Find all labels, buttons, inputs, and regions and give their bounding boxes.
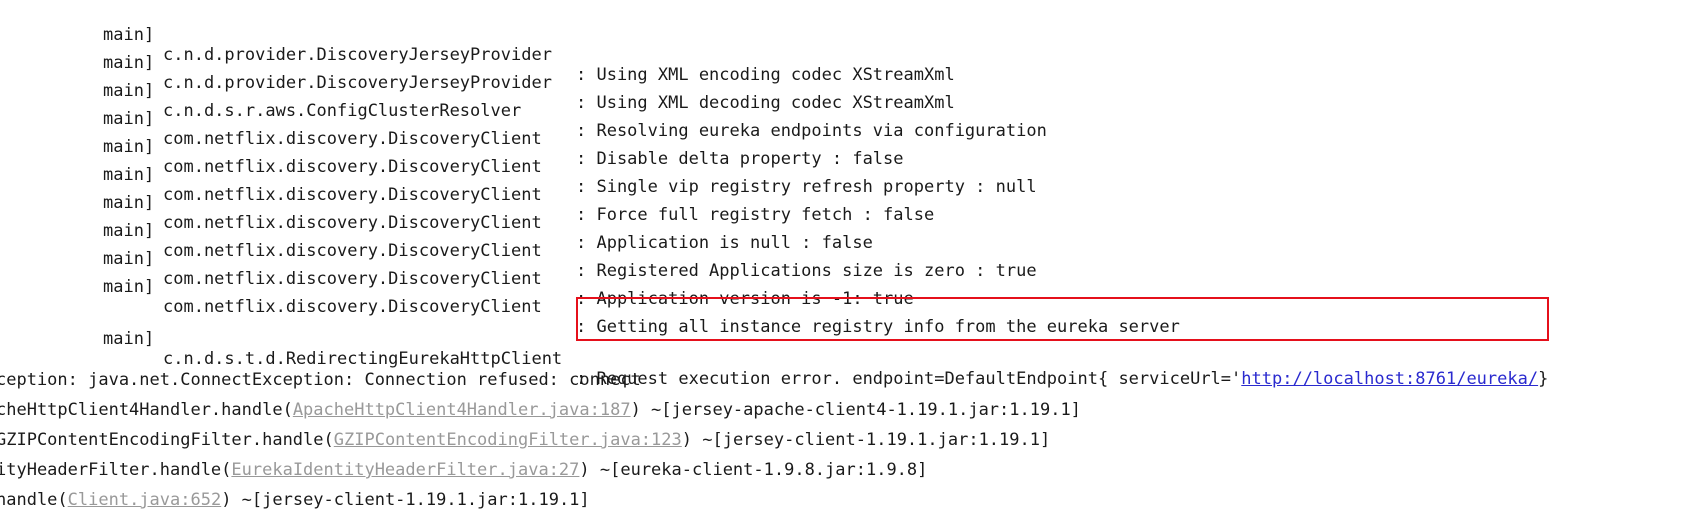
log-thread: main] bbox=[103, 109, 155, 129]
stack-jar: ) ~[eureka-client-1.9.8.jar:1.9.8] bbox=[579, 460, 928, 480]
stack-jar: ) ~[jersey-apache-client4-1.19.1.jar:1.1… bbox=[630, 400, 1081, 420]
log-line: main] c.n.d.provider.DiscoveryJerseyProv… bbox=[0, 5, 955, 85]
log-line: main] c.n.d.provider.DiscoveryJerseyProv… bbox=[0, 33, 955, 113]
log-message: : Single vip registry refresh property :… bbox=[576, 177, 1037, 197]
log-thread: main] bbox=[103, 53, 155, 73]
log-thread: main] bbox=[103, 221, 155, 241]
log-line: main] com.netflix.discovery.DiscoveryCli… bbox=[0, 117, 1037, 197]
log-thread: main] bbox=[103, 25, 155, 45]
log-message: : Registered Applications size is zero :… bbox=[576, 261, 1037, 281]
stack-trace-line: handle(Client.java:652) ~[jersey-client-… bbox=[0, 490, 590, 510]
log-message: : Disable delta property : false bbox=[576, 149, 904, 169]
exception-line: ception: java.net.ConnectException: Conn… bbox=[0, 370, 641, 390]
stack-trace-line: cheHttpClient4Handler.handle(ApacheHttpC… bbox=[0, 400, 1081, 420]
log-line: main] com.netflix.discovery.DiscoveryCli… bbox=[0, 173, 873, 253]
log-thread: main] bbox=[103, 137, 155, 157]
log-line: main] com.netflix.discovery.DiscoveryCli… bbox=[0, 201, 1037, 281]
stack-source-link[interactable]: ApacheHttpClient4Handler.java:187 bbox=[293, 400, 631, 420]
error-highlight-box bbox=[576, 297, 1549, 341]
stack-source-link[interactable]: EurekaIdentityHeaderFilter.java:27 bbox=[231, 460, 579, 480]
stack-source-link[interactable]: Client.java:652 bbox=[68, 490, 222, 510]
log-line: main] c.n.d.s.r.aws.ConfigClusterResolve… bbox=[0, 61, 1047, 141]
log-message: : Force full registry fetch : false bbox=[576, 205, 935, 225]
log-line: main] com.netflix.discovery.DiscoveryCli… bbox=[0, 229, 914, 309]
log-message: : Using XML encoding codec XStreamXml bbox=[576, 65, 955, 85]
log-thread: main] bbox=[103, 329, 155, 349]
log-logger: com.netflix.discovery.DiscoveryClient bbox=[163, 297, 542, 317]
log-line: main] com.netflix.discovery.DiscoveryCli… bbox=[0, 145, 934, 225]
log-thread: main] bbox=[103, 193, 155, 213]
error-message-suffix: } bbox=[1538, 369, 1549, 389]
log-line: main] com.netflix.discovery.DiscoveryCli… bbox=[0, 257, 1180, 337]
log-logger: com.netflix.discovery.DiscoveryClient bbox=[163, 185, 542, 205]
stack-jar: ) ~[jersey-client-1.19.1.jar:1.19.1] bbox=[681, 430, 1051, 450]
log-message: : Resolving eureka endpoints via configu… bbox=[576, 121, 1047, 141]
stack-method: handle( bbox=[0, 490, 68, 510]
stack-method: cheHttpClient4Handler.handle( bbox=[0, 400, 293, 420]
log-logger: c.n.d.provider.DiscoveryJerseyProvider bbox=[163, 45, 552, 65]
stack-trace-line: ityHeaderFilter.handle(EurekaIdentityHea… bbox=[0, 460, 927, 480]
log-logger: c.n.d.s.t.d.RedirectingEurekaHttpClient bbox=[163, 349, 563, 369]
log-line: main] com.netflix.discovery.DiscoveryCli… bbox=[0, 89, 904, 169]
error-message-prefix: : Request execution error. endpoint=Defa… bbox=[576, 369, 1242, 389]
log-logger: com.netflix.discovery.DiscoveryClient bbox=[163, 213, 542, 233]
log-thread: main] bbox=[103, 249, 155, 269]
log-thread: main] bbox=[103, 81, 155, 101]
log-message: : Using XML decoding codec XStreamXml bbox=[576, 93, 955, 113]
console-output: main] c.n.d.provider.DiscoveryJerseyProv… bbox=[0, 0, 1686, 510]
log-logger: com.netflix.discovery.DiscoveryClient bbox=[163, 129, 542, 149]
log-logger: com.netflix.discovery.DiscoveryClient bbox=[163, 241, 542, 261]
log-logger: c.n.d.s.r.aws.ConfigClusterResolver bbox=[163, 101, 522, 121]
error-message: : Request execution error. endpoint=Defa… bbox=[576, 369, 1548, 389]
stack-jar: ) ~[jersey-client-1.19.1.jar:1.19.1] bbox=[221, 490, 590, 510]
log-thread: main] bbox=[103, 165, 155, 185]
log-logger: com.netflix.discovery.DiscoveryClient bbox=[163, 157, 542, 177]
log-logger: c.n.d.provider.DiscoveryJerseyProvider bbox=[163, 73, 552, 93]
stack-source-link[interactable]: GZIPContentEncodingFilter.java:123 bbox=[334, 430, 682, 450]
log-logger: com.netflix.discovery.DiscoveryClient bbox=[163, 269, 542, 289]
stack-method: GZIPContentEncodingFilter.handle( bbox=[0, 430, 334, 450]
log-message: : Application is null : false bbox=[576, 233, 873, 253]
log-thread: main] bbox=[103, 277, 155, 297]
stack-method: ityHeaderFilter.handle( bbox=[0, 460, 232, 480]
service-url-link[interactable]: http://localhost:8761/eureka/ bbox=[1241, 369, 1538, 389]
error-log-line: main] c.n.d.s.t.d.RedirectingEurekaHttpC… bbox=[0, 309, 1548, 389]
stack-trace-line: GZIPContentEncodingFilter.handle(GZIPCon… bbox=[0, 430, 1050, 450]
